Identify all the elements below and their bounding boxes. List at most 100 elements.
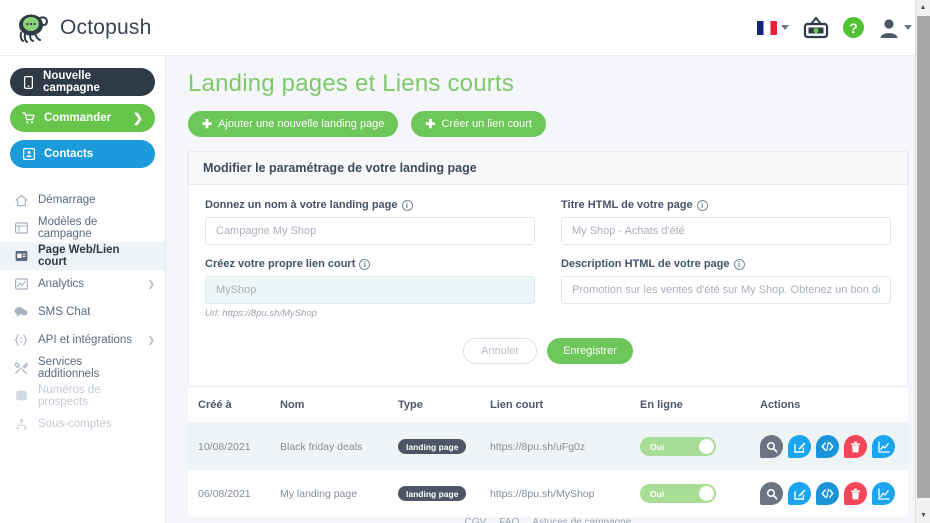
landing-pages-table-wrap: Créé à Nom Type Lien court En ligne Acti…: [188, 387, 908, 517]
create-short-link-label: Créer un lien court: [441, 118, 532, 130]
html-description-input[interactable]: [561, 276, 891, 304]
shopping-cart-icon: [22, 112, 35, 124]
preview-search-icon-button[interactable]: [760, 482, 783, 505]
sidebar-item-page-web-lien-court[interactable]: Page Web/Lien court: [0, 242, 165, 270]
user-avatar-icon: [878, 17, 900, 39]
table-row: 06/08/2021 My landing page landing page …: [188, 470, 908, 517]
field-label-text: Créez votre propre lien court: [205, 258, 356, 270]
row-actions: [760, 482, 902, 505]
sidebar-item-label: Services additionnels: [38, 356, 100, 380]
chat-bubble-icon: [14, 305, 28, 319]
sidebar-separator: [0, 176, 165, 186]
sidebar-item-label: SMS Chat: [38, 306, 91, 318]
scroll-down-arrow-icon[interactable]: ▼: [916, 508, 930, 523]
toggle-knob: [699, 439, 714, 454]
column-header-actions: Actions: [754, 387, 908, 423]
shopping-basket-button[interactable]: [803, 15, 829, 40]
cancel-button[interactable]: Annuler: [463, 338, 538, 364]
user-menu[interactable]: [878, 17, 912, 39]
cell-name: Black friday deals: [274, 422, 392, 470]
field-label-text: Donnez un nom à votre landing page: [205, 199, 398, 211]
web-page-icon: [14, 249, 28, 263]
delete-trash-icon-button[interactable]: [844, 482, 867, 505]
cell-created: 10/08/2021: [188, 422, 274, 470]
app-root: Octopush ? Nouvelle campagne Commander ❯…: [0, 0, 930, 523]
field-short-link: Créez votre propre lien court i Url: htt…: [205, 258, 535, 319]
save-button[interactable]: Enregistrer: [547, 338, 633, 364]
sidebar-pill-nouvelle-campagne[interactable]: Nouvelle campagne: [10, 68, 155, 96]
scroll-up-arrow-icon[interactable]: ▲: [916, 0, 930, 15]
sidebar-item-demarrage[interactable]: Démarrage: [0, 186, 165, 214]
brand[interactable]: Octopush: [16, 13, 152, 43]
top-header: Octopush ?: [0, 0, 930, 56]
column-header-online: En ligne: [634, 387, 754, 423]
tools-icon: [14, 361, 28, 375]
edit-pencil-icon-button[interactable]: [788, 482, 811, 505]
online-toggle-label: Oui: [650, 488, 665, 499]
body-wrapper: Nouvelle campagne Commander ❯ Contacts D…: [0, 56, 930, 523]
footer-link-cgv[interactable]: CGV: [465, 517, 487, 523]
sidebar-item-api-et-integrations[interactable]: API et intégrations ❯: [0, 326, 165, 354]
statistics-chart-icon-button[interactable]: [872, 435, 895, 458]
help-question-icon: ?: [843, 17, 864, 38]
sub-accounts-icon: [14, 417, 28, 431]
footer-link-astuces[interactable]: Astuces de campagne: [532, 517, 631, 523]
info-icon[interactable]: i: [696, 199, 708, 211]
online-toggle[interactable]: Oui: [640, 484, 716, 503]
browser-scrollbar[interactable]: ▲ ▼: [915, 0, 930, 523]
edit-pencil-icon-button[interactable]: [788, 435, 811, 458]
online-toggle-label: Oui: [650, 441, 665, 452]
cell-short-link[interactable]: https://8pu.sh/MyShop: [484, 470, 634, 517]
sidebar-pill-contacts[interactable]: Contacts: [10, 140, 155, 168]
sidebar: Nouvelle campagne Commander ❯ Contacts D…: [0, 56, 166, 523]
sidebar-item-label: Modèles de campagne: [38, 216, 98, 240]
sidebar-pill-label: Contacts: [44, 148, 94, 160]
create-short-link-button[interactable]: ✚ Créer un lien court: [411, 111, 546, 137]
online-toggle[interactable]: Oui: [640, 437, 716, 456]
sidebar-item-analytics[interactable]: Analytics ❯: [0, 270, 165, 298]
french-flag-icon: [757, 20, 777, 35]
footer: CGV FAQ Astuces de campagne: [188, 517, 908, 523]
short-link-url-hint: Url: https://8pu.sh/MyShop: [205, 308, 317, 319]
scrollbar-thumb[interactable]: [917, 16, 930, 498]
landing-page-name-input[interactable]: [205, 217, 535, 245]
cell-online: Oui: [634, 470, 754, 517]
settings-panel: Modifier le paramétrage de votre landing…: [188, 151, 908, 387]
sidebar-pill-commander[interactable]: Commander ❯: [10, 104, 155, 132]
field-landing-page-name: Donnez un nom à votre landing page i: [205, 199, 535, 245]
embed-code-icon-button[interactable]: [816, 482, 839, 505]
statistics-chart-icon-button[interactable]: [872, 482, 895, 505]
sidebar-item-label: Sous-comptes: [38, 418, 112, 430]
html-title-input[interactable]: [561, 217, 891, 245]
info-icon[interactable]: i: [733, 258, 745, 270]
cell-short-link[interactable]: https://8pu.sh/uFg0z: [484, 422, 634, 470]
field-label: Titre HTML de votre page i: [561, 199, 891, 211]
sidebar-item-label: Page Web/Lien court: [38, 244, 120, 268]
info-icon[interactable]: i: [401, 199, 413, 211]
sidebar-item-services-additionnels[interactable]: Services additionnels: [0, 354, 165, 382]
field-html-description: Description HTML de votre page i: [561, 258, 891, 304]
template-icon: [14, 221, 28, 235]
form-grid: Donnez un nom à votre landing page i Cré…: [205, 199, 891, 332]
field-label: Donnez un nom à votre landing page i: [205, 199, 535, 211]
language-selector[interactable]: [757, 20, 789, 35]
cell-actions: [754, 422, 908, 470]
cell-online: Oui: [634, 422, 754, 470]
field-html-title: Titre HTML de votre page i: [561, 199, 891, 245]
embed-code-icon-button[interactable]: [816, 435, 839, 458]
footer-link-faq[interactable]: FAQ: [499, 517, 519, 523]
sidebar-item-modeles-de-campagne[interactable]: Modèles de campagne: [0, 214, 165, 242]
short-link-input[interactable]: [205, 276, 535, 304]
delete-trash-icon-button[interactable]: [844, 435, 867, 458]
table-head: Créé à Nom Type Lien court En ligne Acti…: [188, 387, 908, 423]
sidebar-item-label: Démarrage: [38, 194, 96, 206]
info-icon[interactable]: i: [359, 258, 371, 270]
cell-name: My landing page: [280, 487, 358, 500]
sidebar-item-sous-comptes: Sous-comptes: [0, 410, 165, 438]
help-button[interactable]: ?: [843, 17, 864, 38]
sidebar-item-sms-chat[interactable]: SMS Chat: [0, 298, 165, 326]
sidebar-item-numeros-de-prospects: Numéros de prospects: [0, 382, 165, 410]
preview-search-icon-button[interactable]: [760, 435, 783, 458]
action-button-row: ✚ Ajouter une nouvelle landing page ✚ Cr…: [188, 111, 908, 137]
add-landing-page-button[interactable]: ✚ Ajouter une nouvelle landing page: [188, 111, 399, 137]
